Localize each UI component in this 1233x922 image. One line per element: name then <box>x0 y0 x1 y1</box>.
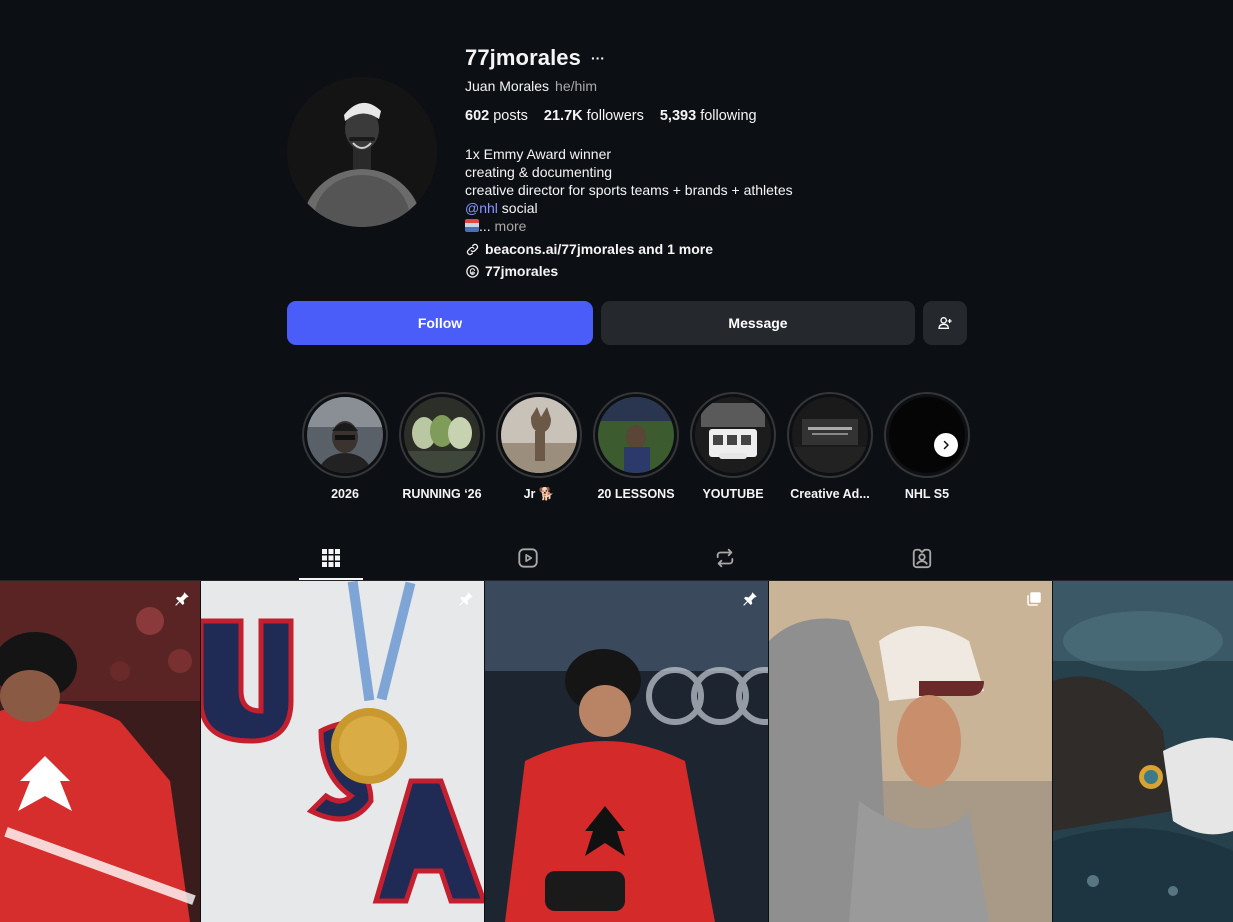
highlight-item[interactable]: Creative Ad... <box>787 392 873 501</box>
post-thumbnail[interactable] <box>485 581 768 922</box>
profile-page: 77jmorales ··· Juan Morales he/him 602 po… <box>0 0 1233 922</box>
username: 77jmorales <box>465 45 581 70</box>
highlight-label: 2026 <box>331 487 359 501</box>
avatar-image <box>287 77 437 227</box>
tagged-icon <box>912 548 932 568</box>
highlight-cover <box>598 397 674 473</box>
post-image <box>1053 581 1233 922</box>
tab-posts[interactable] <box>299 535 363 580</box>
pin-icon <box>175 592 189 606</box>
highlights-next-button[interactable] <box>934 433 958 457</box>
inbox-emoji-icon <box>465 219 479 232</box>
highlight-cover <box>501 397 577 473</box>
threads-link[interactable]: 77jmorales <box>465 261 985 281</box>
post-thumbnail[interactable] <box>1053 581 1233 922</box>
bio-line: creative director for sports teams + bra… <box>465 182 793 198</box>
bio-line: ... more <box>465 217 985 235</box>
pin-icon <box>743 592 757 606</box>
chevron-right-icon <box>943 440 949 450</box>
bio-line: creating & documenting <box>465 164 613 180</box>
threads-handle: 77jmorales <box>485 263 559 279</box>
profile-tabs <box>232 535 1020 580</box>
pin-icon <box>459 592 473 606</box>
highlight-item[interactable]: Jr 🐕 <box>496 392 582 502</box>
link-icon <box>466 243 479 255</box>
highlight-label: Jr 🐕 <box>523 487 555 501</box>
highlight-item[interactable]: RUNNING ‘26 <box>399 392 485 501</box>
external-link[interactable]: beacons.ai/77jmorales and 1 more <box>465 239 985 259</box>
carousel-icon <box>1027 592 1041 606</box>
highlight-cover <box>404 397 480 473</box>
nhl-mention-link[interactable]: @nhl <box>465 200 498 216</box>
story-highlights: 2026 RUNNING ‘26 Jr 🐕 20 LESSONS YOUTUBE… <box>300 392 970 504</box>
highlight-cover <box>307 397 383 473</box>
bio: 1x Emmy Award winner creating & document… <box>465 145 985 235</box>
follow-button[interactable]: Follow <box>287 301 593 345</box>
posts-count: 602 posts <box>465 108 528 124</box>
reposts-icon <box>716 548 734 567</box>
bio-line: 1x Emmy Award winner <box>465 146 612 162</box>
highlight-label: RUNNING ‘26 <box>402 487 482 501</box>
suggested-accounts-button[interactable] <box>923 301 967 345</box>
post-image <box>201 581 484 922</box>
highlight-label: Creative Ad... <box>790 487 870 501</box>
reels-icon <box>518 547 538 568</box>
highlight-item[interactable]: 20 LESSONS <box>593 392 679 501</box>
post-image <box>769 581 1052 922</box>
tab-reels[interactable] <box>496 535 560 580</box>
tab-reposts[interactable] <box>693 535 757 580</box>
profile-info: 77jmorales ··· Juan Morales he/him 602 po… <box>465 44 985 281</box>
highlight-label: YOUTUBE <box>702 487 764 501</box>
post-image <box>485 581 768 922</box>
message-button[interactable]: Message <box>601 301 915 345</box>
post-thumbnail[interactable] <box>201 581 484 922</box>
post-thumbnail[interactable] <box>0 581 200 922</box>
highlight-item[interactable]: 2026 <box>302 392 388 501</box>
highlight-label: NHL S5 <box>904 487 950 501</box>
highlight-label: 20 LESSONS <box>597 487 675 501</box>
highlight-cover <box>792 397 868 473</box>
profile-stats: 602 posts 21.7K followers 5,393 followin… <box>465 108 985 128</box>
highlight-cover <box>695 397 771 473</box>
highlight-item[interactable]: YOUTUBE <box>690 392 776 501</box>
threads-icon <box>466 264 479 278</box>
pronouns: he/him <box>555 78 598 94</box>
add-person-icon <box>938 317 952 329</box>
bio-line: @nhl social <box>465 200 538 216</box>
profile-avatar[interactable] <box>287 77 437 227</box>
following-link[interactable]: 5,393 following <box>660 108 757 128</box>
options-button[interactable]: ··· <box>591 51 605 65</box>
full-name: Juan Morales <box>465 78 550 94</box>
tab-tagged[interactable] <box>890 535 954 580</box>
posts-grid <box>0 581 1233 922</box>
followers-link[interactable]: 21.7K followers <box>544 108 644 128</box>
posts-grid-icon <box>322 548 340 567</box>
bio-more-button[interactable]: more <box>491 218 527 234</box>
post-thumbnail[interactable] <box>769 581 1052 922</box>
external-link-text: beacons.ai/77jmorales and 1 more <box>485 241 713 257</box>
post-image <box>0 581 200 922</box>
